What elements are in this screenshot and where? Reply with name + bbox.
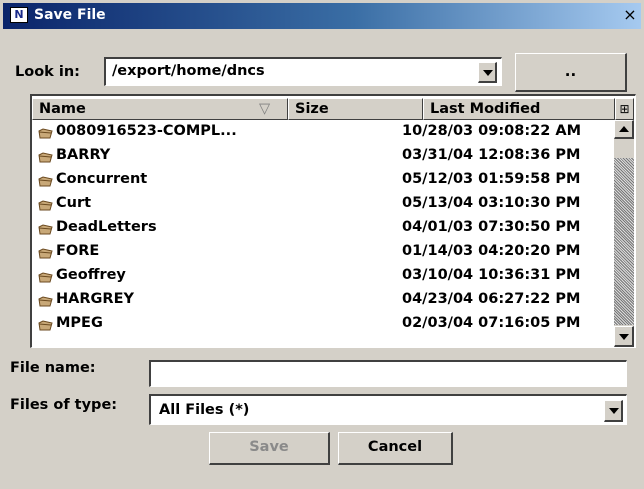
list-item[interactable]: Concurrent 05/12/03 01:59:58 PM <box>34 168 614 192</box>
folder-icon <box>38 223 53 235</box>
save-button[interactable]: Save <box>209 432 330 465</box>
column-header-last-modified[interactable]: Last Modified <box>423 98 615 120</box>
folder-icon <box>38 271 53 283</box>
scrollbar-thumb[interactable] <box>614 158 634 325</box>
sort-descending-icon: ▽ <box>259 101 271 117</box>
column-chooser-icon[interactable]: ⊞ <box>615 98 634 120</box>
list-item[interactable]: BARRY 03/31/04 12:08:36 PM <box>34 144 614 168</box>
scroll-down-button[interactable] <box>614 326 634 347</box>
list-item[interactable]: FORE 01/14/03 04:20:20 PM <box>34 240 614 264</box>
file-name-cell: FORE <box>56 243 100 259</box>
last-modified-cell: 05/13/04 03:10:30 PM <box>402 195 581 211</box>
column-header-size[interactable]: Size <box>288 98 423 120</box>
folder-icon <box>38 199 53 211</box>
files-of-type-combo[interactable]: All Files (*) <box>149 394 627 425</box>
folder-icon <box>38 295 53 307</box>
column-modified-label: Last Modified <box>430 101 541 117</box>
files-of-type-dropdown-button[interactable] <box>604 400 623 422</box>
last-modified-cell: 02/03/04 07:16:05 PM <box>402 315 581 331</box>
files-of-type-label: Files of type: <box>10 397 118 413</box>
chevron-down-icon <box>483 70 493 76</box>
cancel-button[interactable]: Cancel <box>338 432 453 465</box>
file-name-cell: Concurrent <box>56 171 148 187</box>
look-in-combo[interactable]: /export/home/dncs <box>104 57 502 86</box>
last-modified-cell: 10/28/03 09:08:22 AM <box>402 123 582 139</box>
chevron-up-icon <box>619 126 629 132</box>
folder-icon <box>38 151 53 163</box>
look-in-value: /export/home/dncs <box>112 63 265 79</box>
file-name-cell: Curt <box>56 195 92 211</box>
file-name-cell: BARRY <box>56 147 111 163</box>
chevron-down-icon <box>609 408 619 414</box>
file-name-label: File name: <box>10 360 96 376</box>
file-name-cell: 0080916523-COMPL... <box>56 123 237 139</box>
vertical-scrollbar[interactable] <box>614 120 634 347</box>
column-size-label: Size <box>295 101 329 117</box>
list-item[interactable]: DeadLetters 04/01/03 07:30:50 PM <box>34 216 614 240</box>
last-modified-cell: 04/23/04 06:27:22 PM <box>402 291 581 307</box>
last-modified-cell: 03/31/04 12:08:36 PM <box>402 147 581 163</box>
folder-icon <box>38 319 53 331</box>
scroll-up-button[interactable] <box>614 120 634 139</box>
folder-icon <box>38 127 53 139</box>
title-bar[interactable]: N Save File × <box>3 3 641 29</box>
file-name-cell: Geoffrey <box>56 267 126 283</box>
close-icon[interactable]: × <box>622 7 638 23</box>
list-item[interactable]: Curt 05/13/04 03:10:30 PM <box>34 192 614 216</box>
file-name-cell: HARGREY <box>56 291 134 307</box>
list-item[interactable]: Geoffrey 03/10/04 10:36:31 PM <box>34 264 614 288</box>
up-folder-button[interactable]: .. <box>515 53 627 92</box>
last-modified-cell: 05/12/03 01:59:58 PM <box>402 171 581 187</box>
look-in-label: Look in: <box>15 64 80 80</box>
list-item[interactable]: HARGREY 04/23/04 06:27:22 PM <box>34 288 614 312</box>
last-modified-cell: 04/01/03 07:30:50 PM <box>402 219 581 235</box>
file-name-input[interactable] <box>149 360 627 387</box>
last-modified-cell: 01/14/03 04:20:20 PM <box>402 243 581 259</box>
file-list[interactable]: Name ▽ Size Last Modified ⊞ 0080916523-C… <box>30 94 636 348</box>
files-of-type-value: All Files (*) <box>159 402 250 418</box>
column-name-label: Name <box>39 101 86 117</box>
folder-icon <box>38 175 53 187</box>
window-title: Save File <box>34 7 106 23</box>
list-item[interactable]: 0080916523-COMPL... 10/28/03 09:08:22 AM <box>34 120 614 144</box>
folder-icon <box>38 247 53 259</box>
app-icon: N <box>10 7 28 23</box>
file-name-cell: MPEG <box>56 315 103 331</box>
file-name-cell: DeadLetters <box>56 219 157 235</box>
list-item[interactable]: MPEG 02/03/04 07:16:05 PM <box>34 312 614 336</box>
save-file-dialog: N Save File × Look in: /export/home/dncs… <box>0 0 644 489</box>
look-in-dropdown-button[interactable] <box>478 62 497 83</box>
last-modified-cell: 03/10/04 10:36:31 PM <box>402 267 581 283</box>
column-header-name[interactable]: Name ▽ <box>32 98 288 120</box>
chevron-down-icon <box>619 334 629 340</box>
